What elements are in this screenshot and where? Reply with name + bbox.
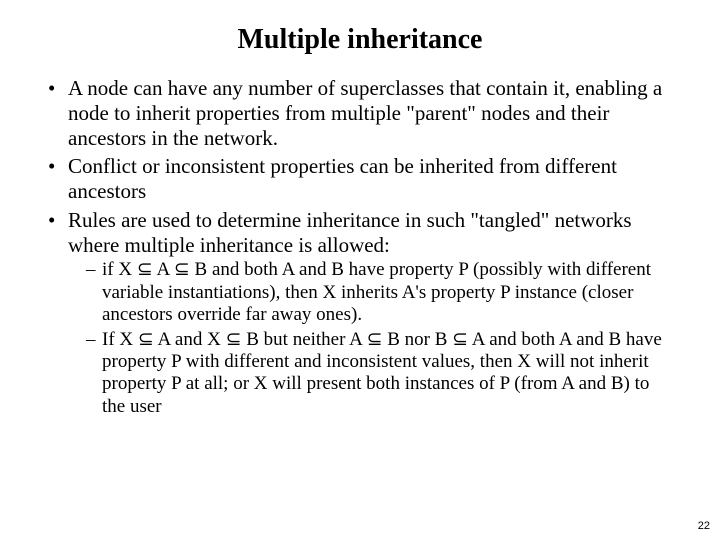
sub-bullet-list: if X ⊆ A ⊆ B and both A and B have prope… [68, 259, 672, 418]
bullet-text: Conflict or inconsistent properties can … [68, 154, 617, 203]
bullet-text: A node can have any number of superclass… [68, 76, 662, 150]
slide-title: Multiple inheritance [0, 0, 720, 68]
bullet-item: Rules are used to determine inheritance … [48, 208, 672, 418]
slide: Multiple inheritance A node can have any… [0, 0, 720, 540]
bullet-list: A node can have any number of superclass… [48, 76, 672, 418]
bullet-text: Rules are used to determine inheritance … [68, 208, 632, 257]
bullet-item: A node can have any number of superclass… [48, 76, 672, 150]
sub-bullet-text: if X ⊆ A ⊆ B and both A and B have prope… [102, 259, 651, 325]
bullet-item: Conflict or inconsistent properties can … [48, 154, 672, 204]
sub-bullet-item: If X ⊆ A and X ⊆ B but neither A ⊆ B nor… [86, 329, 672, 419]
sub-bullet-text: If X ⊆ A and X ⊆ B but neither A ⊆ B nor… [102, 329, 662, 417]
sub-bullet-item: if X ⊆ A ⊆ B and both A and B have prope… [86, 259, 672, 326]
page-number: 22 [698, 520, 710, 532]
slide-body: A node can have any number of superclass… [0, 68, 720, 418]
